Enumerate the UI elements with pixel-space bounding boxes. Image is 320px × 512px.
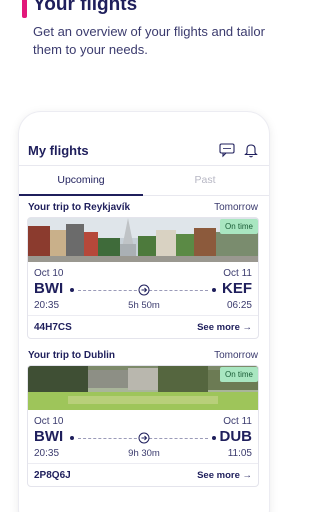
flight-card[interactable]: On time Oct 10 Oct 11 BWI KEF 20:35 5h 5… — [27, 217, 259, 339]
flight-card[interactable]: On time Oct 10 Oct 11 BWI DUB 20:35 9h 3… — [27, 365, 259, 487]
tab-upcoming[interactable]: Upcoming — [19, 174, 143, 186]
flight-duration: 9h 30m — [128, 448, 160, 459]
status-badge: On time — [219, 219, 258, 234]
origin-code: BWI — [34, 428, 64, 445]
see-more-link[interactable]: See more → — [197, 470, 252, 481]
arrive-time: 11:05 — [227, 448, 252, 459]
plane-transfer-icon — [138, 432, 150, 444]
see-more-link[interactable]: See more → — [197, 322, 252, 333]
destination-code: KEF — [222, 280, 252, 297]
destination-dot — [212, 436, 216, 440]
bell-icon[interactable] — [244, 142, 258, 158]
arrive-date: Oct 11 — [223, 416, 252, 427]
depart-time: 20:35 — [34, 448, 60, 459]
accent-bar — [22, 0, 27, 18]
booking-reference: 44H7CS — [34, 322, 72, 333]
booking-reference: 2P8Q6J — [34, 470, 71, 481]
active-tab-indicator — [19, 194, 143, 196]
trip-when: Tomorrow — [214, 350, 258, 361]
phone-frame: My flights Upcoming Past Your trip to Re… — [19, 112, 269, 512]
arrive-date: Oct 11 — [223, 268, 252, 279]
flight-duration: 5h 50m — [128, 300, 160, 311]
depart-date: Oct 10 — [34, 416, 64, 427]
origin-dot — [70, 436, 74, 440]
destination-dot — [212, 288, 216, 292]
plane-transfer-icon — [138, 284, 150, 296]
card-divider — [28, 315, 258, 316]
depart-date: Oct 10 — [34, 268, 64, 279]
intro-section: Your flights Get an overview of your fli… — [0, 0, 288, 130]
tab-bar: Upcoming Past — [19, 166, 269, 196]
card-divider — [28, 463, 258, 464]
trip-when: Tomorrow — [214, 202, 258, 213]
page-title: My flights — [28, 143, 89, 158]
arrive-time: 06:25 — [226, 300, 252, 311]
chat-icon[interactable] — [219, 142, 235, 158]
origin-code: BWI — [34, 280, 64, 297]
trip-title: Your trip to Reykjavík — [28, 202, 131, 213]
origin-dot — [70, 288, 74, 292]
destination-code: DUB — [219, 428, 253, 445]
status-badge: On time — [219, 367, 258, 382]
trip-title: Your trip to Dublin — [28, 350, 116, 361]
tab-past[interactable]: Past — [143, 174, 267, 186]
intro-subtitle: Get an overview of your flights and tail… — [33, 24, 265, 57]
depart-time: 20:35 — [34, 300, 60, 311]
app-header: My flights — [19, 112, 269, 166]
intro-title: Your flights — [33, 0, 138, 15]
